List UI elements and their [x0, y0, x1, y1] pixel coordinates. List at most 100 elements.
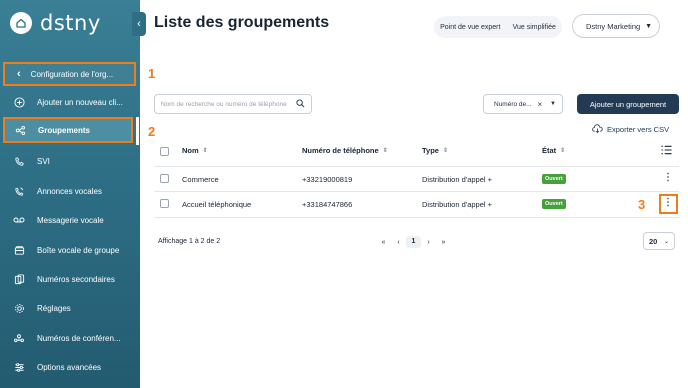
clear-filter-icon[interactable]: ×	[537, 100, 542, 109]
chevron-left-icon: ‹	[17, 68, 21, 80]
sidebar-item-label: Groupements	[38, 125, 91, 135]
search-placeholder: Nom de recherche ou numéro de téléphone	[161, 100, 287, 108]
chevron-down-icon: ⌄	[663, 238, 669, 245]
sidebar-item-settings[interactable]: Réglages	[0, 295, 140, 321]
table-divider	[154, 217, 679, 218]
previous-page-icon[interactable]: ‹	[391, 239, 406, 246]
column-label: Type	[422, 146, 439, 155]
view-mode-toggle[interactable]: Point de vue expert Vue simplifiée	[434, 16, 562, 38]
row-name[interactable]: Accueil téléphonique	[182, 200, 251, 209]
column-label: État	[542, 146, 557, 155]
row-checkbox[interactable]	[160, 199, 169, 208]
sort-icon: ⇕	[382, 148, 388, 154]
export-csv-button[interactable]: Exporter vers CSV	[592, 124, 669, 135]
sort-icon: ⇕	[560, 148, 566, 154]
add-group-button[interactable]: Ajouter un groupement	[577, 94, 679, 114]
export-csv-label: Exporter vers CSV	[607, 125, 670, 134]
active-item-marker	[136, 117, 139, 145]
sidebar-item-voicemail[interactable]: Messagerie vocale	[0, 207, 140, 233]
view-expert-option[interactable]: Point de vue expert	[436, 21, 504, 34]
per-page-value: 20	[649, 236, 658, 246]
row-name[interactable]: Commerce	[182, 175, 219, 184]
select-all-checkbox[interactable]	[160, 147, 169, 156]
status-badge: Ouvert	[542, 199, 566, 209]
annotation-3: 3	[638, 197, 646, 212]
org-config-label: Configuration de l'org...	[30, 69, 114, 79]
phone-ivr-icon	[13, 155, 25, 167]
table-divider	[154, 166, 679, 167]
group-icon	[14, 124, 26, 136]
announcement-icon	[13, 185, 25, 197]
sidebar-item-label: Options avancées	[37, 362, 102, 372]
row-type: Distribution d'appel +	[422, 200, 493, 209]
table-divider	[154, 191, 679, 192]
search-icon	[296, 98, 305, 110]
filter-select-value: Numéro de...	[494, 100, 532, 108]
sidebar-item-secondary-numbers[interactable]: Numéros secondaires	[0, 266, 140, 292]
voicemail-icon	[13, 214, 25, 226]
row-type: Distribution d'appel +	[422, 175, 493, 184]
sort-icon: ⇕	[202, 148, 208, 154]
status-badge: Ouvert	[542, 174, 566, 184]
organization-select-value: Dstny Marketing	[586, 21, 641, 31]
home-icon	[10, 12, 32, 34]
sidebar-item-label: Réglages	[37, 303, 71, 313]
sidebar-item-conference-numbers[interactable]: Numéros de conféren...	[0, 325, 140, 351]
pagination-summary: Affichage 1 à 2 de 2	[158, 238, 221, 245]
settings-icon	[13, 302, 25, 314]
row-phone: +33219000819	[302, 175, 353, 184]
cloud-download-icon	[592, 124, 603, 135]
page-title: Liste des groupements	[154, 14, 330, 31]
per-page-select[interactable]: 20 ⌄	[643, 232, 675, 250]
sidebar-item-groupements[interactable]: Groupements	[3, 117, 133, 143]
chevron-left-icon: ‹	[137, 18, 141, 30]
sidebar-item-add-client[interactable]: Ajouter un nouveau cli...	[0, 89, 140, 115]
sidebar-item-label: Numéros secondaires	[37, 274, 115, 284]
org-config-back-button[interactable]: ‹ Configuration de l'org...	[3, 62, 136, 86]
sidebar-item-group-voicemail[interactable]: Boîte vocale de groupe	[0, 237, 140, 263]
view-simple-option[interactable]: Vue simplifiée	[509, 21, 560, 34]
sidebar-item-label: Numéros de conféren...	[37, 333, 121, 343]
brand-logo[interactable]: dstny	[10, 11, 101, 35]
next-page-icon[interactable]: ›	[421, 239, 436, 246]
column-label: Nom	[182, 146, 199, 155]
row-actions-icon[interactable]: ⋮	[663, 172, 673, 183]
column-header-phone[interactable]: Numéro de téléphone ⇕	[302, 146, 388, 155]
organization-select[interactable]: Dstny Marketing ▼	[572, 14, 660, 38]
plus-circle-icon	[13, 96, 25, 108]
search-input[interactable]: Nom de recherche ou numéro de téléphone	[154, 94, 312, 114]
sidebar-collapse-button[interactable]: ‹	[132, 12, 146, 36]
sidebar-item-label: Ajouter un nouveau cli...	[37, 97, 123, 107]
row-phone: +33184747866	[302, 200, 353, 209]
sidebar-item-announcements[interactable]: Annonces vocales	[0, 178, 140, 204]
caret-down-icon: ▼	[550, 101, 556, 107]
row-actions-highlight	[659, 194, 678, 214]
column-header-name[interactable]: Nom ⇕	[182, 146, 208, 155]
conference-icon	[13, 332, 25, 344]
pagination: « ‹ 1 › »	[376, 236, 451, 248]
filter-select[interactable]: Numéro de... × ▼	[483, 94, 563, 114]
sidebar-item-label: Boîte vocale de groupe	[37, 245, 120, 255]
column-header-type[interactable]: Type ⇕	[422, 146, 448, 155]
brand-name: dstny	[40, 11, 101, 35]
group-voicemail-icon	[13, 244, 25, 256]
last-page-icon[interactable]: »	[436, 239, 451, 246]
current-page-button[interactable]: 1	[406, 236, 421, 248]
sidebar: dstny ‹ Configuration de l'org... Ajoute…	[0, 0, 140, 388]
sort-icon: ⇕	[442, 148, 448, 154]
column-settings-icon[interactable]	[661, 145, 672, 158]
column-header-state[interactable]: État ⇕	[542, 146, 565, 155]
annotation-1: 1	[148, 66, 156, 81]
sidebar-item-svi[interactable]: SVI	[0, 148, 140, 174]
secondary-number-icon	[13, 273, 25, 285]
caret-down-icon: ▼	[645, 22, 652, 30]
sidebar-item-label: Annonces vocales	[37, 186, 102, 196]
sidebar-item-label: SVI	[37, 156, 50, 166]
advanced-options-icon	[13, 361, 25, 373]
sidebar-item-advanced-options[interactable]: Options avancées	[0, 354, 140, 380]
sidebar-item-label: Messagerie vocale	[37, 215, 104, 225]
first-page-icon[interactable]: «	[376, 239, 391, 246]
annotation-2: 2	[148, 124, 156, 139]
column-label: Numéro de téléphone	[302, 146, 379, 155]
row-checkbox[interactable]	[160, 174, 169, 183]
